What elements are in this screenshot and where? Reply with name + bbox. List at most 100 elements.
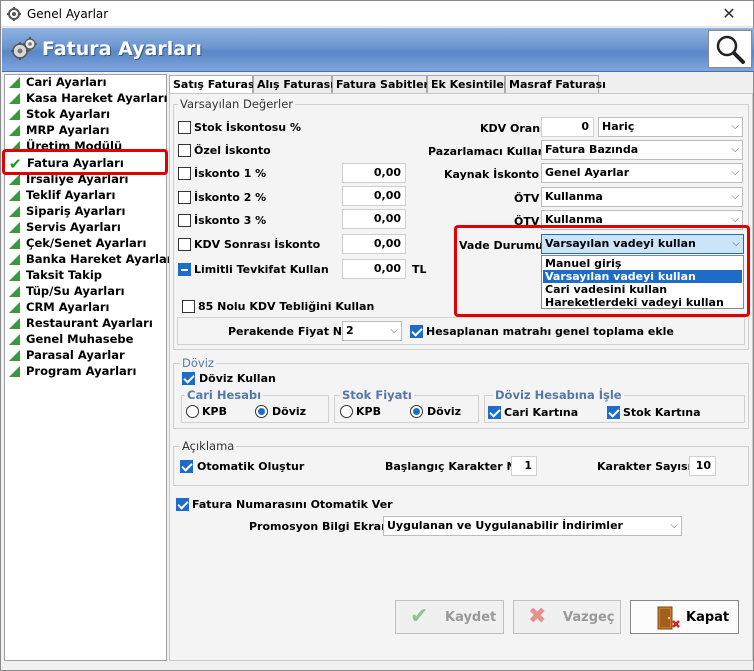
vazgec-button[interactable]: ✖ Vazgeç	[513, 600, 621, 634]
iskonto1-field[interactable]: 0,00	[342, 163, 406, 183]
iskonto1-checkbox[interactable]	[178, 167, 191, 180]
fatura-numarasi-checkbox[interactable]	[176, 498, 189, 511]
triangle-icon	[9, 270, 20, 281]
fatura-numarasi-label: Fatura Numarasını Otomatik Ver	[192, 498, 393, 511]
settings-window: Genel Ayarlar ✕ Fatura Ayarları Cari Aya…	[0, 0, 754, 671]
doviz-group-title: Döviz	[180, 356, 216, 370]
cari-hesabi-title: Cari Hesabı	[185, 388, 264, 402]
cari-doviz-radio[interactable]	[255, 405, 268, 418]
sidebar-item-label: CRM Ayarları	[26, 300, 110, 314]
tab-satis-faturasi[interactable]: Satış Faturası	[169, 75, 258, 95]
sidebar-item[interactable]: Stok Ayarları	[9, 107, 110, 123]
iskonto2-checkbox[interactable]	[178, 191, 191, 204]
stok-doviz-label: Döviz	[427, 405, 462, 418]
ozel-iskonto-checkbox[interactable]	[178, 144, 191, 157]
chevron-down-icon: ⌵	[670, 520, 678, 531]
sidebar-item[interactable]: Tüp/Su Ayarları	[9, 284, 125, 300]
kdv-sonrasi-checkbox[interactable]	[178, 238, 191, 251]
sidebar-item[interactable]: Servis Ayarları	[9, 220, 121, 236]
stok-karti-checkbox[interactable]	[607, 406, 620, 419]
sidebar-item[interactable]: Restaurant Ayarları	[9, 316, 153, 332]
pazarlamaci-select[interactable]: Fatura Bazında ⌵	[541, 140, 743, 160]
iskonto3-checkbox[interactable]	[178, 214, 191, 227]
stok-kpb-radio[interactable]	[340, 405, 353, 418]
karakter-sayisi-field[interactable]: 10	[689, 456, 716, 476]
kaynak-iskonto-select[interactable]: Genel Ayarlar ⌵	[541, 163, 743, 183]
perakende-select[interactable]: 2 ⌵	[342, 321, 402, 341]
kdv-dahil-select[interactable]: Hariç ⌵	[598, 117, 743, 137]
sidebar-item-label: Banka Hareket Ayarları	[26, 252, 177, 266]
sidebar-item[interactable]: Program Ayarları	[9, 364, 136, 380]
otv1-label: ÖTV	[514, 192, 540, 205]
otv1-value: Kullanma	[545, 190, 603, 203]
otomatik-olustur-label: Otomatik Oluştur	[197, 460, 305, 473]
sidebar-item-label: Cari Ayarları	[26, 75, 107, 89]
window-title: Genel Ayarlar	[27, 7, 109, 21]
limitli-tevkifat-checkbox[interactable]	[178, 263, 191, 276]
close-button[interactable]: ✕	[706, 1, 752, 27]
kdv-sonrasi-label: KDV Sonrası İskonto	[194, 238, 321, 251]
defaults-group-title: Varsayılan Değerler	[178, 97, 296, 111]
stok-karti-label: Stok Kartına	[623, 406, 701, 419]
exit-door-icon	[657, 606, 680, 630]
promosyon-select[interactable]: Uygulanan ve Uygulanabilir İndirimler ⌵	[383, 516, 682, 536]
triangle-icon	[9, 302, 20, 313]
sidebar-item[interactable]: Teklif Ayarları	[9, 188, 115, 204]
otv1-select[interactable]: Kullanma ⌵	[541, 187, 743, 207]
sidebar-item-label: Sipariş Ayarları	[26, 204, 126, 218]
stok-doviz-radio[interactable]	[410, 405, 423, 418]
stok-iskonto-checkbox[interactable]	[178, 121, 191, 134]
tab-fatura-sabitleri[interactable]: Fatura Sabitleri	[332, 75, 433, 94]
kdv-dahil-value: Hariç	[602, 120, 635, 133]
sidebar-item[interactable]: Kasa Hareket Ayarları	[9, 91, 168, 107]
iskonto3-field[interactable]: 0,00	[342, 209, 406, 229]
kdv-sonrasi-field[interactable]: 0,00	[342, 234, 406, 254]
pazarlamaci-value: Fatura Bazında	[545, 143, 639, 156]
iskonto2-field[interactable]: 0,00	[342, 186, 406, 206]
sidebar-item-label: Tüp/Su Ayarları	[26, 284, 125, 298]
iskonto2-label: İskonto 2 %	[194, 191, 267, 204]
tab-alis-faturasi[interactable]: Alış Faturası	[253, 75, 334, 94]
triangle-icon	[9, 206, 20, 217]
tab-ek-kesintiler[interactable]: Ek Kesintiler	[427, 75, 509, 94]
triangle-icon	[9, 286, 20, 297]
sidebar-item-label: MRP Ayarları	[26, 123, 110, 137]
kaydet-button[interactable]: ✔ Kaydet	[395, 600, 504, 634]
cari-doviz-label: Döviz	[272, 405, 307, 418]
baslangic-field[interactable]: 1	[511, 456, 537, 476]
chevron-down-icon: ⌵	[731, 167, 739, 178]
pazarlamaci-label: Pazarlamacı Kullan	[428, 145, 546, 158]
triangle-icon	[9, 318, 20, 329]
sidebar-item[interactable]: Cari Ayarları	[9, 75, 107, 91]
promosyon-value: Uygulanan ve Uygulanabilir İndirimler	[387, 519, 623, 532]
limitli-tevkifat-field[interactable]: 0,00	[342, 259, 406, 279]
doviz-kullan-checkbox[interactable]	[182, 372, 195, 385]
triangle-icon	[9, 93, 20, 104]
cari-kpb-radio[interactable]	[186, 405, 199, 418]
sidebar-item[interactable]: Taksit Takip	[9, 268, 102, 284]
tab-masraf-faturasi[interactable]: Masraf Faturası	[505, 75, 606, 94]
cari-karti-checkbox[interactable]	[488, 406, 501, 419]
matrah-checkbox[interactable]	[410, 325, 423, 338]
kdv-orani-field[interactable]: 0	[541, 117, 594, 137]
sidebar-item[interactable]: CRM Ayarları	[9, 300, 109, 316]
chevron-down-icon: ⌵	[731, 191, 739, 202]
sidebar-item[interactable]: Sipariş Ayarları	[9, 204, 125, 220]
sidebar-item[interactable]: Genel Muhasebe	[9, 332, 133, 348]
kdv85-checkbox[interactable]	[182, 300, 195, 313]
triangle-icon	[9, 125, 20, 136]
triangle-icon	[9, 222, 20, 233]
sidebar-item[interactable]: Parasal Ayarlar	[9, 348, 125, 364]
sidebar-item-label: Teklif Ayarları	[26, 188, 116, 202]
chevron-down-icon: ⌵	[390, 325, 398, 336]
kapat-button[interactable]: Kapat	[630, 600, 739, 634]
sidebar-item[interactable]: Çek/Senet Ayarları	[9, 236, 146, 252]
otomatik-olustur-checkbox[interactable]	[180, 460, 193, 473]
search-button[interactable]	[708, 30, 752, 68]
sidebar-item[interactable]: Banka Hareket Ayarları	[9, 252, 176, 268]
sidebar-item[interactable]: MRP Ayarları	[9, 123, 109, 139]
page-header: Fatura Ayarları	[2, 28, 754, 72]
iskonto3-label: İskonto 3 %	[194, 214, 267, 227]
triangle-icon	[9, 254, 20, 265]
perakende-value: 2	[346, 324, 354, 337]
